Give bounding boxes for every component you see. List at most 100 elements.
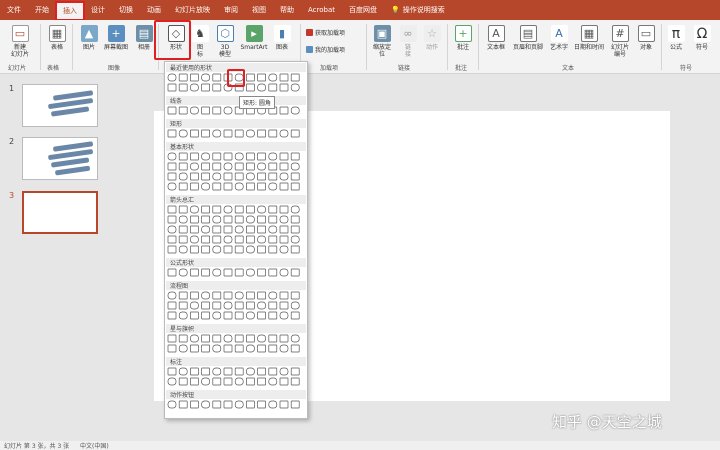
shape-option[interactable]: [212, 268, 222, 277]
shape-option[interactable]: [223, 334, 233, 343]
shape-option[interactable]: [268, 73, 278, 82]
textbox-button[interactable]: A 文本框: [482, 22, 510, 51]
shape-option[interactable]: [279, 377, 289, 386]
shape-option[interactable]: [234, 73, 244, 82]
shape-option[interactable]: [279, 205, 289, 214]
shape-option[interactable]: [190, 73, 199, 82]
shape-option[interactable]: [212, 235, 222, 244]
shape-option[interactable]: [167, 205, 177, 214]
shape-option[interactable]: [257, 311, 266, 320]
shape-option[interactable]: [290, 152, 300, 161]
shape-option[interactable]: [190, 334, 199, 343]
screenshot-button[interactable]: + 屏幕截图: [102, 22, 130, 51]
shape-option[interactable]: [223, 73, 233, 82]
shape-option[interactable]: [212, 367, 222, 376]
shape-option[interactable]: [190, 344, 199, 353]
shape-option[interactable]: [290, 73, 300, 82]
shape-option[interactable]: [201, 367, 210, 376]
shape-option[interactable]: [201, 311, 210, 320]
shape-option[interactable]: [212, 152, 222, 161]
shape-option[interactable]: [223, 367, 233, 376]
shape-option[interactable]: [212, 182, 222, 191]
picture-button[interactable]: ▲ 图片: [75, 22, 103, 51]
shape-option[interactable]: [223, 215, 233, 224]
shape-option[interactable]: [167, 83, 177, 92]
shape-option[interactable]: [201, 73, 210, 82]
slide-thumb-1[interactable]: [22, 84, 98, 127]
shape-option[interactable]: [268, 205, 278, 214]
shape-option[interactable]: [246, 311, 255, 320]
shape-option[interactable]: [234, 344, 244, 353]
shape-option[interactable]: [268, 225, 278, 234]
shape-option[interactable]: [268, 377, 278, 386]
shape-option[interactable]: [167, 129, 177, 138]
shape-option[interactable]: [279, 245, 289, 254]
shape-option[interactable]: [223, 235, 233, 244]
shape-option[interactable]: [268, 182, 278, 191]
menu-tab-7[interactable]: 审阅: [217, 0, 245, 20]
shape-option[interactable]: [212, 162, 222, 171]
shape-option[interactable]: [190, 162, 199, 171]
shape-option[interactable]: [257, 245, 266, 254]
shape-option[interactable]: [201, 301, 210, 310]
shape-option[interactable]: [279, 73, 289, 82]
shape-option[interactable]: [212, 129, 222, 138]
shape-option[interactable]: [234, 182, 244, 191]
shape-option[interactable]: [234, 162, 244, 171]
shape-option[interactable]: [268, 334, 278, 343]
shape-option[interactable]: [290, 311, 300, 320]
shape-option[interactable]: [234, 172, 244, 181]
shape-option[interactable]: [279, 291, 289, 300]
shape-option[interactable]: [190, 152, 199, 161]
shape-option[interactable]: [167, 162, 177, 171]
shape-option[interactable]: [167, 311, 177, 320]
menu-tab-6[interactable]: 幻灯片放映: [168, 0, 217, 20]
equation-button[interactable]: π 公式: [662, 22, 690, 51]
shape-option[interactable]: [234, 245, 244, 254]
shape-option[interactable]: [290, 106, 300, 115]
shape-option[interactable]: [201, 377, 210, 386]
shape-option[interactable]: [190, 377, 199, 386]
shape-option[interactable]: [246, 129, 255, 138]
shape-option[interactable]: [178, 205, 188, 214]
shape-option[interactable]: [223, 162, 233, 171]
shape-option[interactable]: [290, 235, 300, 244]
shape-option[interactable]: [257, 205, 266, 214]
shape-option[interactable]: [167, 73, 177, 82]
shape-option[interactable]: [223, 245, 233, 254]
shape-option[interactable]: [268, 268, 278, 277]
shape-option[interactable]: [178, 73, 188, 82]
shape-option[interactable]: [257, 400, 266, 409]
shape-option[interactable]: [201, 162, 210, 171]
shape-option[interactable]: [190, 367, 199, 376]
shape-option[interactable]: [190, 83, 199, 92]
shape-option[interactable]: [167, 268, 177, 277]
menu-tab-10[interactable]: Acrobat: [301, 0, 342, 20]
shape-option[interactable]: [246, 245, 255, 254]
shape-option[interactable]: [167, 152, 177, 161]
shape-option[interactable]: [257, 344, 266, 353]
menu-tab-9[interactable]: 帮助: [273, 0, 301, 20]
shape-option[interactable]: [223, 291, 233, 300]
shape-option[interactable]: [234, 152, 244, 161]
shape-option[interactable]: [290, 301, 300, 310]
shape-option[interactable]: [212, 106, 222, 115]
shape-option[interactable]: [201, 235, 210, 244]
shape-option[interactable]: [290, 215, 300, 224]
shape-option[interactable]: [167, 245, 177, 254]
shape-option[interactable]: [290, 367, 300, 376]
shape-option[interactable]: [257, 172, 266, 181]
shape-option[interactable]: [257, 235, 266, 244]
shape-option[interactable]: [290, 334, 300, 343]
shape-option[interactable]: [178, 344, 188, 353]
shape-option[interactable]: [212, 291, 222, 300]
shape-option[interactable]: [167, 235, 177, 244]
shape-option[interactable]: [257, 73, 266, 82]
shape-option[interactable]: [257, 152, 266, 161]
shape-option[interactable]: [178, 225, 188, 234]
shape-option[interactable]: [234, 400, 244, 409]
shape-option[interactable]: [178, 182, 188, 191]
shape-option[interactable]: [201, 182, 210, 191]
shape-option[interactable]: [190, 215, 199, 224]
shape-option[interactable]: [234, 268, 244, 277]
